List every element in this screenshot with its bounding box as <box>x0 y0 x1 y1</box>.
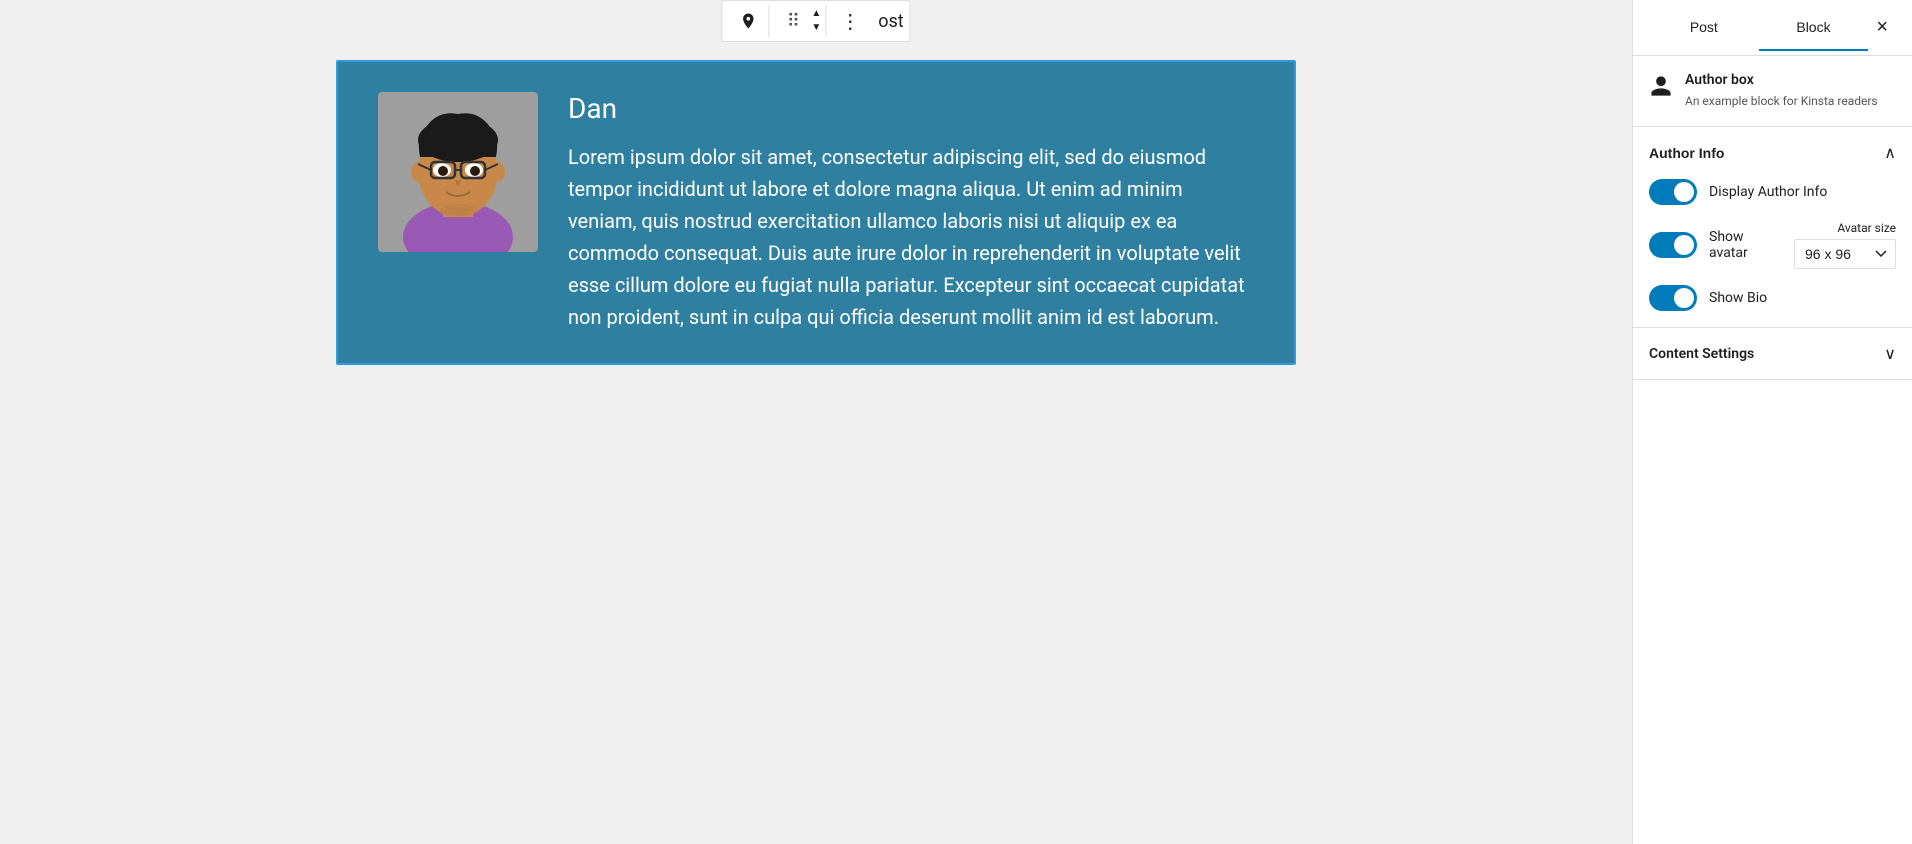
close-button[interactable]: × <box>1868 8 1896 47</box>
author-box-icon <box>1649 74 1673 104</box>
author-info-chevron: ∧ <box>1884 143 1896 163</box>
move-down-arrow[interactable]: ▼ <box>811 21 821 35</box>
block-info-text: Author box An example block for Kinsta r… <box>1685 72 1878 110</box>
post-label: ost <box>878 11 903 32</box>
drag-handle-button[interactable]: ⠿ <box>777 5 809 37</box>
author-info-body: Display Author Info Show avatar Avatar s… <box>1633 179 1912 327</box>
toolbar-group-icon <box>728 5 769 37</box>
sidebar-header: Post Block × <box>1633 0 1912 56</box>
show-avatar-toggle[interactable] <box>1649 232 1697 258</box>
show-bio-row: Show Bio <box>1649 285 1896 311</box>
avatar-size-label: Avatar size <box>1837 221 1896 235</box>
move-arrows[interactable]: ▲ ▼ <box>811 7 821 35</box>
more-options-button[interactable]: ⋮ <box>834 5 866 37</box>
author-bio: Lorem ipsum dolor sit amet, consectetur … <box>568 141 1254 333</box>
content-settings-toggle[interactable]: Content Settings ∨ <box>1633 328 1912 379</box>
block-description: An example block for Kinsta readers <box>1685 92 1878 110</box>
author-avatar <box>378 92 538 252</box>
toolbar-group-more: ⋮ <box>830 5 870 37</box>
block-type-button[interactable] <box>732 5 764 37</box>
author-info-toggle[interactable]: Author Info ∧ <box>1633 127 1912 179</box>
editor-area: ⠿ ▲ ▼ ⋮ ost <box>0 0 1632 844</box>
toolbar-group-move: ⠿ ▲ ▼ <box>773 5 826 37</box>
block-title: Author box <box>1685 72 1878 88</box>
content-settings-section: Content Settings ∨ <box>1633 328 1912 380</box>
move-up-arrow[interactable]: ▲ <box>811 7 821 21</box>
avatar-size-select[interactable]: 48 x 48 64 x 64 96 x 96 128 x 128 <box>1794 239 1896 269</box>
author-info-title: Author Info <box>1649 145 1724 161</box>
block-info-section: Author box An example block for Kinsta r… <box>1633 56 1912 127</box>
tab-post[interactable]: Post <box>1649 5 1759 51</box>
block-content-wrapper: Dan Lorem ipsum dolor sit amet, consecte… <box>336 60 1296 365</box>
tab-block[interactable]: Block <box>1759 5 1869 51</box>
block-toolbar: ⠿ ▲ ▼ ⋮ ost <box>721 0 910 42</box>
display-author-info-label: Display Author Info <box>1709 184 1827 200</box>
sidebar: Post Block × Author box An example block… <box>1632 0 1912 844</box>
author-name: Dan <box>568 92 1254 125</box>
display-author-info-row: Display Author Info <box>1649 179 1896 205</box>
show-bio-label: Show Bio <box>1709 290 1767 306</box>
content-settings-chevron: ∨ <box>1884 344 1896 363</box>
author-block: Dan Lorem ipsum dolor sit amet, consecte… <box>336 60 1296 365</box>
content-settings-title: Content Settings <box>1649 346 1754 362</box>
author-info-section: Author Info ∧ Display Author Info Show a… <box>1633 127 1912 328</box>
author-content: Dan Lorem ipsum dolor sit amet, consecte… <box>568 92 1254 333</box>
show-avatar-row: Show avatar Avatar size 48 x 48 64 x 64 … <box>1649 221 1896 269</box>
show-bio-toggle[interactable] <box>1649 285 1697 311</box>
display-author-info-toggle[interactable] <box>1649 179 1697 205</box>
show-avatar-label: Show avatar <box>1709 229 1782 261</box>
avatar-size-group: Avatar size 48 x 48 64 x 64 96 x 96 128 … <box>1794 221 1896 269</box>
